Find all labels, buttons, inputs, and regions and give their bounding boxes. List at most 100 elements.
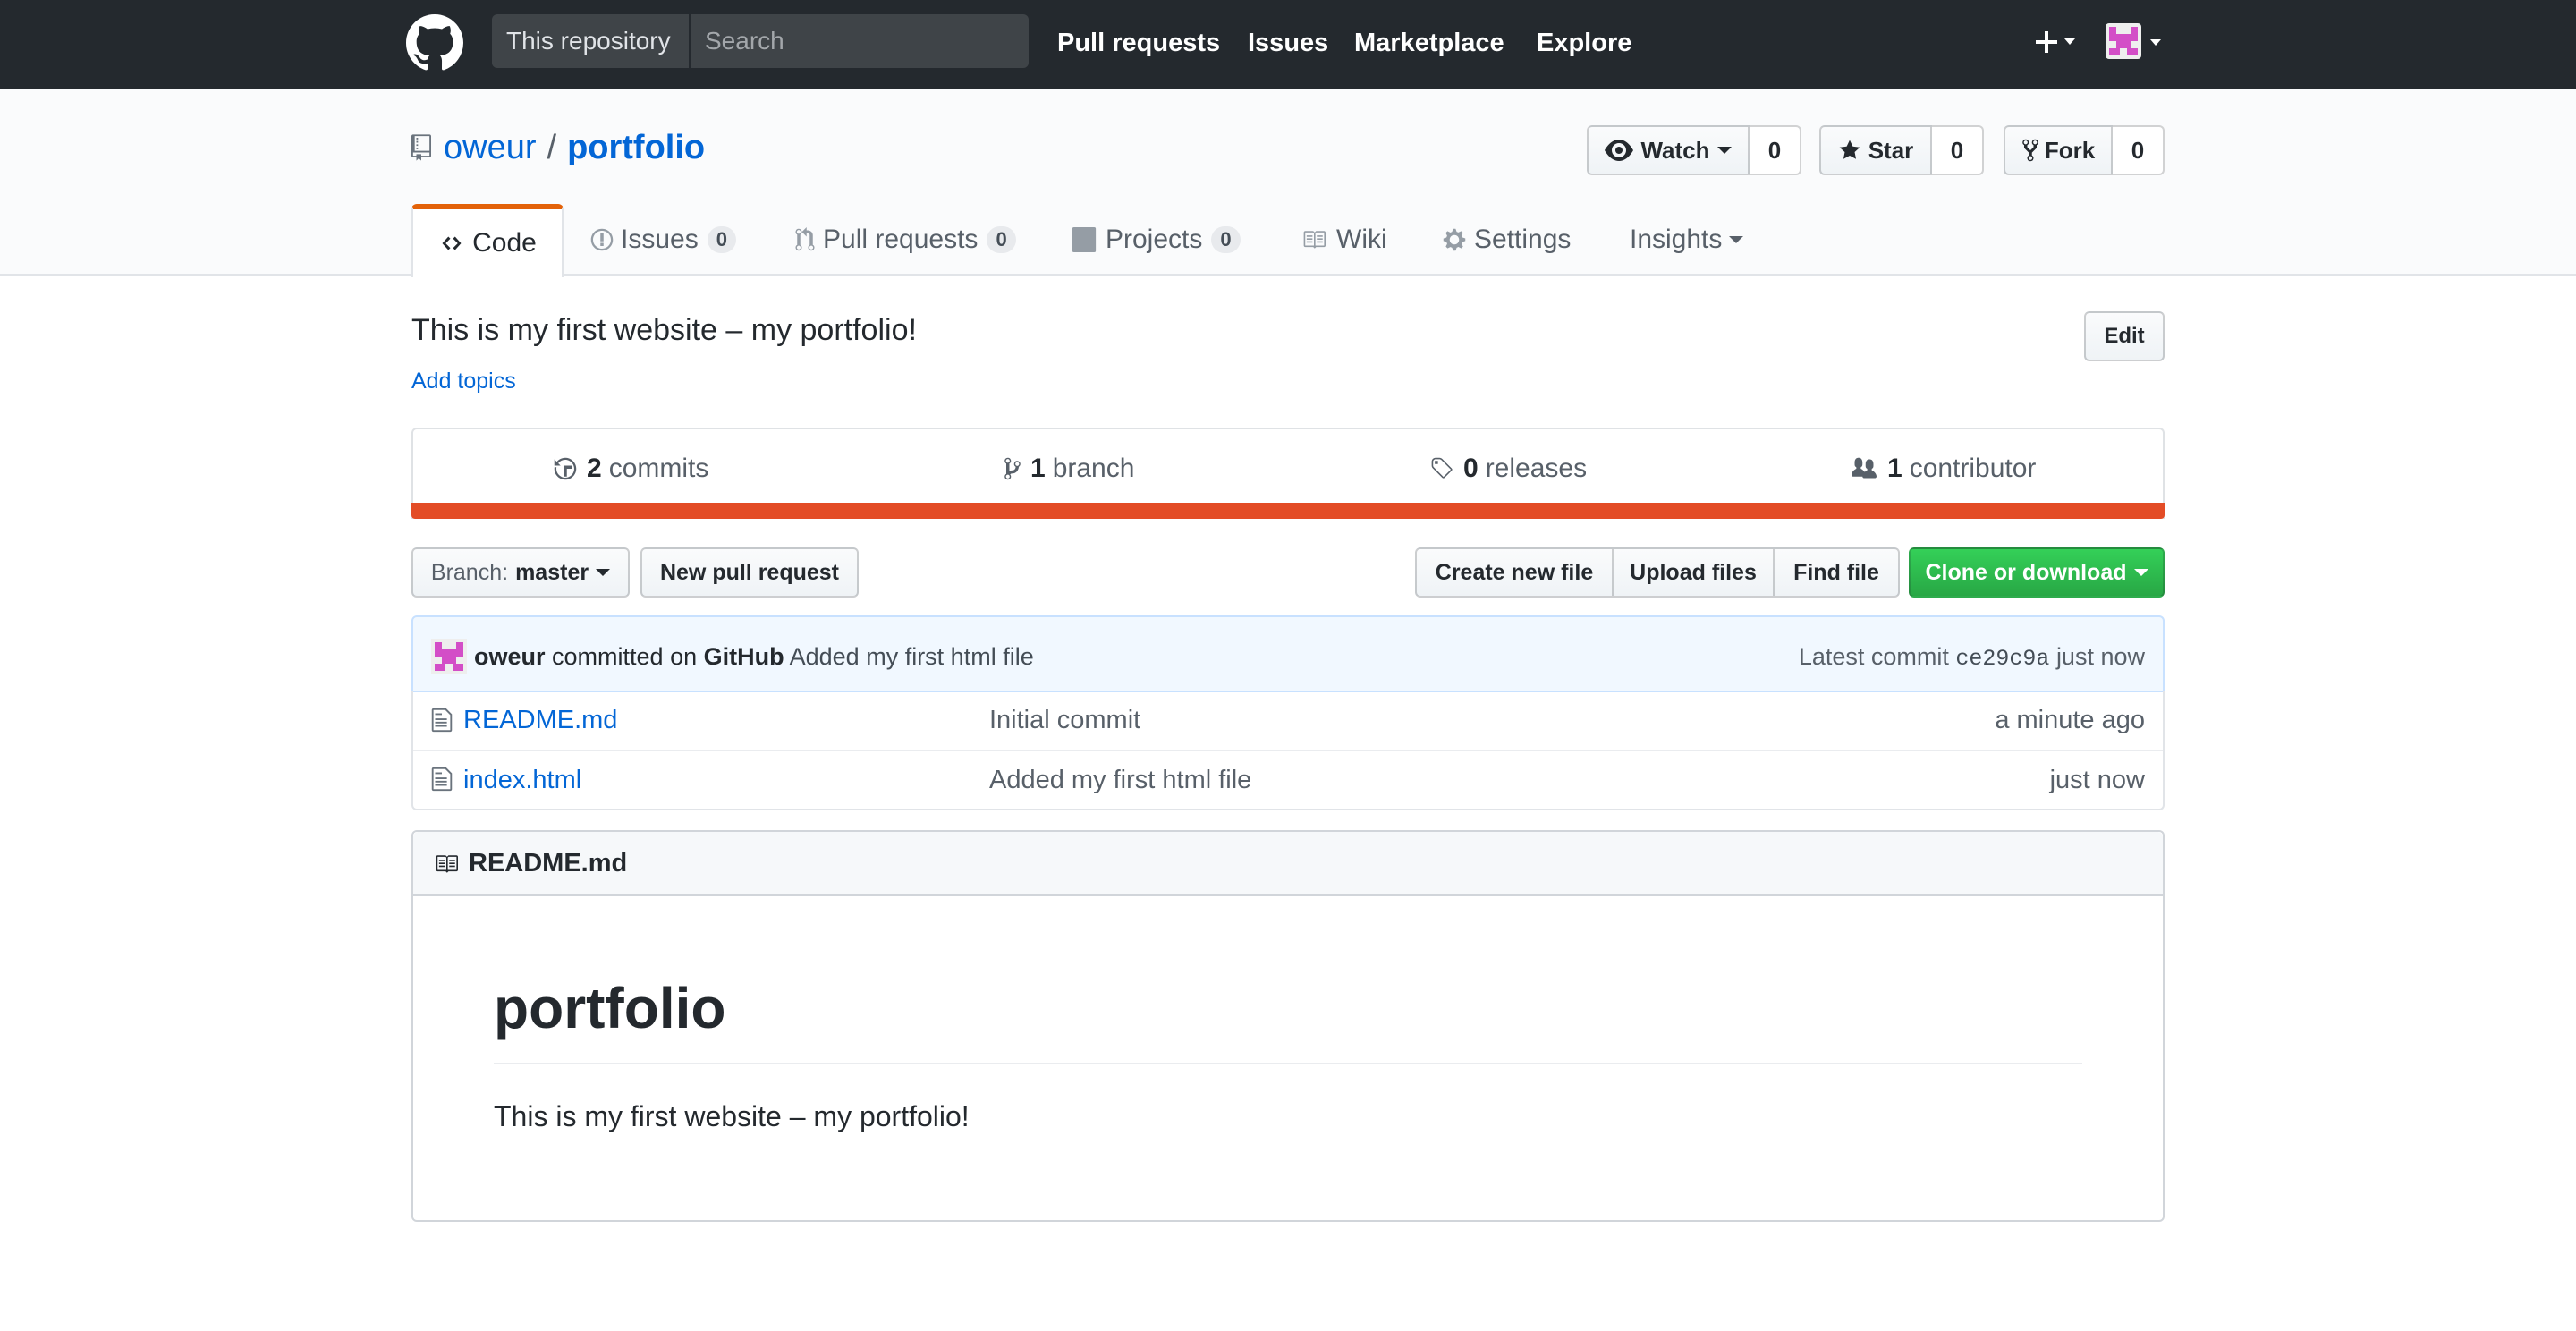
commits-label: commits: [608, 454, 709, 483]
nav-explore[interactable]: Explore: [1537, 0, 1631, 86]
people-icon: [1852, 457, 1877, 479]
search-field[interactable]: [689, 14, 1029, 68]
file-commit-message[interactable]: Added my first html file: [989, 751, 1251, 809]
new-pull-request-button[interactable]: New pull request: [640, 547, 859, 598]
tab-code-label: Code: [472, 228, 537, 258]
commit-author-link[interactable]: oweur: [474, 643, 546, 670]
create-new-menu[interactable]: [2032, 23, 2082, 63]
edit-description-button[interactable]: Edit: [2084, 311, 2165, 361]
nav-marketplace[interactable]: Marketplace: [1354, 0, 1504, 86]
commit-message-link[interactable]: Added my first html file: [790, 643, 1034, 670]
nav-pull-requests[interactable]: Pull requests: [1057, 0, 1220, 86]
branch-prefix: Branch:: [430, 559, 509, 585]
repo-title-separator: /: [547, 129, 557, 166]
clone-or-download-button[interactable]: Clone or download: [1909, 547, 2165, 598]
upload-files-button[interactable]: Upload files: [1612, 547, 1775, 598]
repo-header: [0, 89, 2576, 276]
watch-label: Watch: [1640, 136, 1710, 164]
eye-icon: [1605, 140, 1634, 161]
search-input[interactable]: [691, 14, 1029, 68]
star-button[interactable]: Star: [1819, 125, 1932, 175]
tab-wiki[interactable]: Wiki: [1301, 204, 1387, 276]
committed-on-text: committed on: [552, 643, 698, 670]
tab-settings-label: Settings: [1474, 225, 1572, 254]
nav-issues[interactable]: Issues: [1248, 0, 1328, 86]
tab-issues[interactable]: Issues 0: [590, 204, 736, 276]
repo-description: This is my first website – my portfolio!: [411, 313, 917, 347]
watch-button[interactable]: Watch: [1587, 125, 1750, 175]
file-row: index.html Added my first html file just…: [413, 750, 2163, 809]
tab-code[interactable]: Code: [411, 204, 564, 277]
caret-down-icon: [2133, 569, 2148, 576]
global-header: This repository Pull requests Issues Mar…: [0, 0, 2576, 89]
file-name-link[interactable]: README.md: [463, 691, 617, 750]
fork-count[interactable]: 0: [2113, 125, 2165, 175]
github-logo-icon[interactable]: [406, 14, 463, 72]
create-new-file-button[interactable]: Create new file: [1415, 547, 1614, 598]
repo-owner-link[interactable]: oweur: [444, 129, 537, 166]
latest-commit-label: Latest commit: [1798, 643, 1949, 670]
search-scope-label: This repository: [492, 14, 689, 68]
language-bar[interactable]: [411, 503, 2165, 519]
branch-icon: [1004, 457, 1021, 480]
file-icon: [431, 766, 453, 793]
watch-count[interactable]: 0: [1750, 125, 1801, 175]
issues-counter: 0: [707, 226, 736, 253]
tab-pull-requests-label: Pull requests: [823, 225, 979, 254]
readme-filename[interactable]: README.md: [469, 832, 627, 894]
caret-down-icon: [2150, 39, 2161, 46]
readme-heading: portfolio: [494, 975, 2082, 1064]
book-icon: [433, 852, 460, 876]
readme-panel: README.md portfolio This is my first web…: [411, 830, 2165, 1222]
releases-summary[interactable]: 0 releases: [1429, 449, 1587, 488]
user-menu[interactable]: [2104, 21, 2168, 64]
commit-sha-link[interactable]: ce29c9a: [1955, 646, 2049, 672]
tab-settings[interactable]: Settings: [1442, 204, 1571, 276]
repo-name-link[interactable]: portfolio: [567, 129, 705, 166]
history-icon: [554, 457, 577, 480]
projects-counter: 0: [1211, 226, 1241, 253]
issue-icon: [590, 228, 614, 251]
tab-insights[interactable]: Insights: [1630, 204, 1744, 276]
book-icon: [1303, 231, 1326, 249]
commits-count: 2: [587, 454, 602, 483]
file-commit-message[interactable]: Initial commit: [989, 691, 1140, 750]
committer-name[interactable]: GitHub: [704, 643, 784, 670]
avatar[interactable]: [431, 639, 467, 674]
star-label: Star: [1868, 136, 1914, 164]
code-icon: [442, 236, 462, 250]
find-file-button[interactable]: Find file: [1773, 547, 1900, 598]
tab-issues-label: Issues: [621, 225, 699, 254]
tab-projects[interactable]: Projects 0: [1072, 204, 1241, 276]
contributors-summary[interactable]: 1 contributor: [1850, 449, 2036, 488]
repo-icon: [411, 134, 431, 161]
star-icon: [1839, 140, 1860, 159]
branch-name: master: [515, 559, 589, 585]
file-list: README.md Initial commit a minute ago in…: [411, 691, 2165, 810]
avatar: [2106, 23, 2141, 59]
clone-or-download-label: Clone or download: [1925, 559, 2127, 585]
repo-title: oweur / portfolio: [444, 125, 705, 170]
caret-down-icon: [596, 569, 611, 576]
file-icon: [431, 707, 453, 733]
branch-summary[interactable]: 1 branch: [1004, 449, 1134, 488]
add-topics-link[interactable]: Add topics: [411, 369, 516, 394]
plus-icon: [2036, 31, 2075, 53]
file-name-link[interactable]: index.html: [463, 751, 581, 809]
branch-label: branch: [1052, 454, 1135, 483]
contributor-label: contributor: [1909, 454, 2037, 483]
pull-requests-counter: 0: [987, 226, 1016, 253]
file-row: README.md Initial commit a minute ago: [413, 691, 2163, 750]
branch-select-button[interactable]: Branch: master: [411, 547, 630, 598]
tab-pull-requests[interactable]: Pull requests 0: [794, 204, 1016, 276]
latest-commit-bar: oweur committed on GitHub Added my first…: [411, 615, 2165, 692]
tab-projects-label: Projects: [1106, 225, 1203, 254]
gear-icon: [1443, 228, 1466, 251]
caret-down-icon: [1716, 147, 1732, 154]
readme-body: This is my first website – my portfolio!: [494, 1100, 970, 1132]
commit-age: just now: [2055, 643, 2145, 670]
star-count[interactable]: 0: [1932, 125, 1984, 175]
releases-label: releases: [1485, 454, 1588, 483]
commits-summary[interactable]: 2 commits: [553, 449, 708, 488]
fork-button[interactable]: Fork: [2004, 125, 2113, 175]
